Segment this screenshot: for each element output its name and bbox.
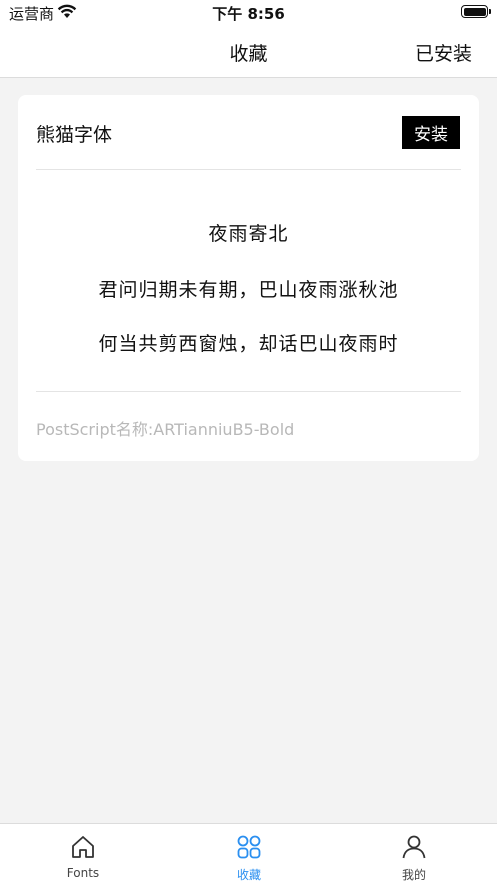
- installed-button[interactable]: 已安装: [415, 39, 472, 66]
- install-button[interactable]: 安装: [402, 116, 460, 149]
- divider: [36, 391, 461, 392]
- battery-icon: [461, 5, 491, 18]
- tab-bar: Fonts 收藏 我的: [0, 823, 497, 883]
- postscript-name: PostScript名称:ARTianniuB5-Bold: [36, 420, 295, 439]
- divider: [36, 169, 461, 170]
- home-icon: [72, 836, 94, 858]
- preview-line: 何当共剪西窗烛，却话巴山夜雨时: [98, 333, 399, 355]
- tab-label: 我的: [401, 868, 426, 882]
- preview-line: 君问归期未有期，巴山夜雨涨秋池: [98, 279, 399, 301]
- status-bar: 运营商 下午 8:56: [0, 0, 497, 26]
- tab-label: Fonts: [66, 866, 100, 880]
- person-icon: [402, 835, 426, 859]
- clock: 下午 8:56: [212, 5, 285, 23]
- font-card: 熊猫字体 安装 夜雨寄北 君问归期未有期，巴山夜雨涨秋池 何当共剪西窗烛，却话巴…: [18, 95, 479, 461]
- tab-label: 收藏: [236, 868, 261, 882]
- tab-fonts[interactable]: Fonts: [23, 824, 143, 883]
- tab-profile[interactable]: 我的: [354, 824, 474, 883]
- preview-title: 夜雨寄北: [208, 223, 289, 245]
- tab-favorites[interactable]: 收藏: [189, 824, 309, 883]
- font-name: 熊猫字体: [36, 124, 113, 146]
- grid-icon: [237, 835, 261, 859]
- nav-bar: 收藏 已安装: [0, 26, 497, 78]
